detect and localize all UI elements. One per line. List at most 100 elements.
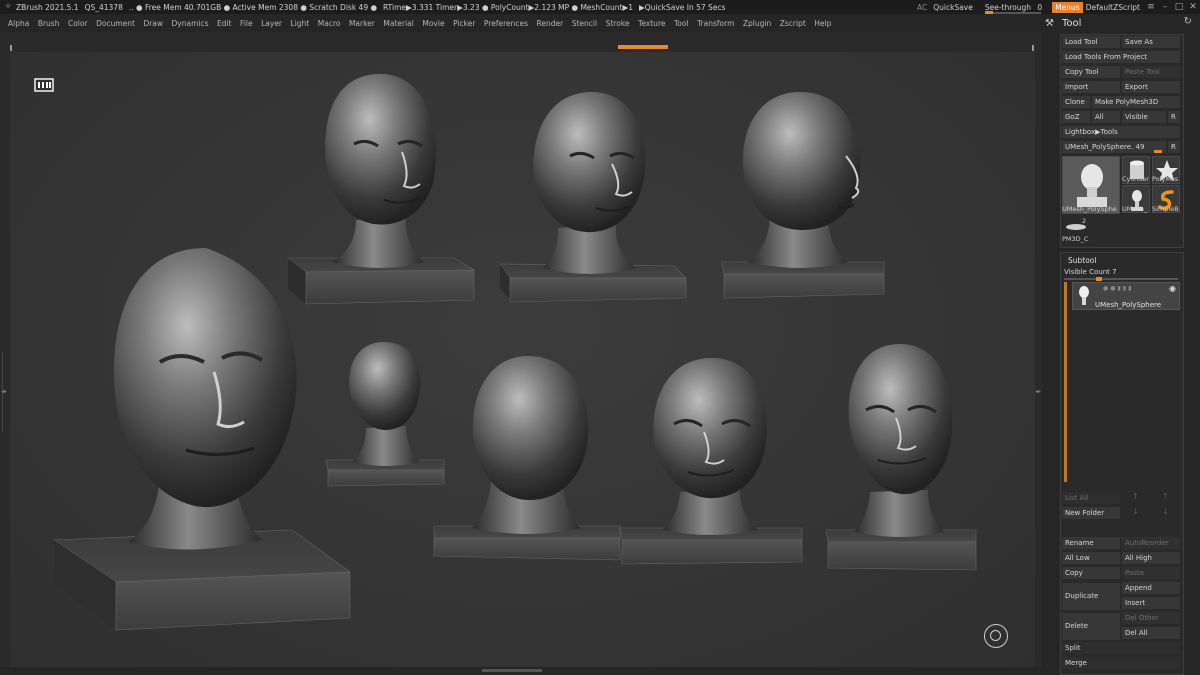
clone-button[interactable]: Clone (1062, 96, 1090, 108)
load-tools-from-project-button[interactable]: Load Tools From Project (1062, 51, 1180, 63)
close-icon[interactable]: ✕ (1186, 2, 1200, 12)
split-button[interactable]: Split (1062, 642, 1180, 654)
merge-button[interactable]: Merge (1062, 657, 1180, 669)
visible-count-knob[interactable] (1096, 277, 1103, 281)
move-up-icon[interactable]: ↑ (1132, 492, 1139, 501)
active-shelf-indicator (618, 45, 668, 49)
see-through-slider[interactable]: See-through 0 (984, 3, 1042, 15)
eye-icon[interactable]: ◉ (1169, 284, 1176, 293)
lightbox-tools-button[interactable]: Lightbox▶Tools (1062, 126, 1180, 138)
navigation-gizmo-icon[interactable] (984, 624, 1008, 648)
menu-brush[interactable]: Brush (38, 19, 60, 28)
goz-r-button[interactable]: R (1168, 111, 1180, 123)
navigation-gizmo-inner[interactable] (990, 630, 1001, 641)
menu-dynamics[interactable]: Dynamics (172, 19, 209, 28)
subtool-item-icons[interactable]: ●●▮▮▮ (1103, 285, 1133, 292)
current-tool-r-button[interactable]: R (1168, 141, 1180, 153)
import-button[interactable]: Import (1062, 81, 1120, 93)
left-tray-expand-icon[interactable]: ◂▸ (1, 388, 7, 395)
duplicate-button[interactable]: Duplicate (1062, 583, 1120, 610)
subtool-item[interactable]: ●●▮▮▮ ◉ UMesh_PolySphere (1072, 282, 1180, 310)
menu-zplugin[interactable]: Zplugin (743, 19, 771, 28)
sculpt-head-small (325, 342, 445, 487)
list-all-button[interactable]: List All (1062, 492, 1120, 504)
sculpt-head-top-1 (287, 74, 476, 305)
memory-status: .. ● Free Mem 40.701GB ● Active Mem 2308… (128, 2, 378, 12)
tool-thumb-pm3d-count: 2 (1082, 217, 1087, 225)
new-folder-button[interactable]: New Folder (1062, 507, 1120, 519)
goz-visible-button[interactable]: Visible (1122, 111, 1166, 123)
tool-palette-header[interactable]: ⚒ Tool ↻ (1042, 14, 1200, 32)
document-canvas[interactable] (10, 52, 1035, 667)
menu-tool[interactable]: Tool (674, 19, 689, 28)
right-tray[interactable]: ◂▸ (1035, 52, 1042, 667)
refresh-icon[interactable]: ↻ (1184, 16, 1192, 27)
menu-draw[interactable]: Draw (143, 19, 163, 28)
default-zscript-button[interactable]: DefaultZScript (1086, 3, 1140, 12)
visible-count-slider[interactable] (1064, 277, 1178, 281)
rename-button[interactable]: Rename (1062, 537, 1120, 549)
copy-tool-button[interactable]: Copy Tool (1062, 66, 1120, 78)
window-menu-icon[interactable]: ≡ (1144, 2, 1158, 12)
move-down-icon[interactable]: ↓ (1132, 507, 1139, 516)
sculpt-heads-render (53, 74, 977, 631)
goz-button[interactable]: GoZ (1062, 111, 1090, 123)
menu-preferences[interactable]: Preferences (484, 19, 528, 28)
shelf-left-edge (10, 45, 12, 51)
bottom-tray-handle[interactable] (482, 669, 542, 672)
delete-button[interactable]: Delete (1062, 613, 1120, 640)
menu-layer[interactable]: Layer (261, 19, 282, 28)
quicksave-button[interactable]: QuickSave (933, 3, 973, 12)
del-other-button[interactable]: Del Other (1122, 612, 1180, 624)
menu-color[interactable]: Color (68, 19, 88, 28)
move-bottom-icon[interactable]: ↓ (1162, 507, 1169, 516)
sculpt-head-top-3 (721, 92, 885, 299)
maximize-icon[interactable]: □ (1172, 2, 1186, 12)
menu-edit[interactable]: Edit (217, 19, 232, 28)
minimize-icon[interactable]: – (1158, 2, 1172, 12)
all-high-button[interactable]: All High (1122, 552, 1180, 564)
save-as-button[interactable]: Save As (1122, 36, 1180, 48)
menu-stencil[interactable]: Stencil (572, 19, 597, 28)
auto-reorder-button[interactable]: AutoReorder (1122, 537, 1180, 549)
goz-all-button[interactable]: All (1092, 111, 1120, 123)
right-tray-expand-icon[interactable]: ◂▸ (1035, 388, 1041, 395)
menu-movie[interactable]: Movie (422, 19, 444, 28)
film-strip-icon[interactable] (34, 78, 54, 92)
tool-thumb-cylinder-label: Cylinder (1122, 175, 1149, 183)
paste-subtool-button[interactable]: Paste (1122, 567, 1180, 579)
insert-button[interactable]: Insert (1122, 597, 1180, 609)
menu-macro[interactable]: Macro (318, 19, 341, 28)
copy-subtool-button[interactable]: Copy (1062, 567, 1120, 579)
export-button[interactable]: Export (1122, 81, 1180, 93)
menu-material[interactable]: Material (383, 19, 413, 28)
menu-document[interactable]: Document (96, 19, 135, 28)
menu-file[interactable]: File (240, 19, 253, 28)
menu-help[interactable]: Help (814, 19, 831, 28)
subtool-title[interactable]: Subtool (1068, 256, 1096, 265)
bottom-tray[interactable] (10, 667, 1042, 675)
menu-marker[interactable]: Marker (349, 19, 375, 28)
paste-tool-button[interactable]: Paste Tool (1122, 66, 1180, 78)
append-button[interactable]: Append (1122, 582, 1180, 594)
zbrush-logo-icon: ✧ (4, 2, 12, 12)
menu-picker[interactable]: Picker (453, 19, 475, 28)
del-all-button[interactable]: Del All (1122, 627, 1180, 639)
menus-toggle-button[interactable]: Menus (1052, 1, 1083, 13)
menu-stroke[interactable]: Stroke (606, 19, 630, 28)
make-polymesh3d-button[interactable]: Make PolyMesh3D (1092, 96, 1180, 108)
current-tool-slider[interactable]: UMesh_PolySphere. 49 (1062, 141, 1166, 153)
menu-light[interactable]: Light (291, 19, 310, 28)
load-tool-button[interactable]: Load Tool (1062, 36, 1120, 48)
menu-alpha[interactable]: Alpha (8, 19, 29, 28)
all-low-button[interactable]: All Low (1062, 552, 1120, 564)
ac-toggle[interactable]: AC (917, 3, 927, 12)
menu-transform[interactable]: Transform (697, 19, 734, 28)
move-top-icon[interactable]: ↑ (1162, 492, 1169, 501)
menu-texture[interactable]: Texture (638, 19, 665, 28)
menu-render[interactable]: Render (537, 19, 564, 28)
main-menu-bar: Alpha Brush Color Document Draw Dynamics… (0, 14, 1042, 32)
subtool-scrollbar[interactable] (1064, 282, 1067, 482)
left-tray[interactable]: ◂▸ (0, 52, 10, 667)
menu-zscript[interactable]: Zscript (780, 19, 806, 28)
